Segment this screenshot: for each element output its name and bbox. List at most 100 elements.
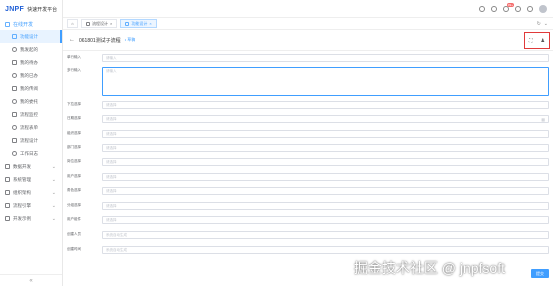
panel-header: ← 061801测试子流程 • 草稿 ⛶ ♟: [63, 30, 553, 51]
form-label: 分组选择: [67, 203, 81, 207]
tabs-actions: ↻ ⌄: [537, 21, 548, 27]
form-input[interactable]: 请输入: [102, 67, 549, 96]
form-input[interactable]: 请选择: [102, 130, 549, 138]
submit-button[interactable]: 提交: [531, 269, 549, 278]
menu-icon: [5, 190, 10, 195]
chevron-down-icon: ⌄: [51, 176, 56, 183]
close-icon[interactable]: ×: [149, 21, 151, 26]
sidebar-item[interactable]: 我的待办: [0, 56, 62, 69]
chevron-down-icon: ⌄: [51, 215, 56, 222]
form-input[interactable]: 系统自动生成: [102, 246, 549, 254]
sidebar-group-label: 数据开发: [13, 163, 31, 169]
sidebar-item[interactable]: 功能设计: [0, 30, 62, 43]
bell-icon[interactable]: 99+: [503, 2, 514, 12]
settings-icon[interactable]: [527, 5, 533, 12]
input-placeholder: 请选择: [106, 159, 117, 164]
tab-flow-design[interactable]: 流程设计 ×: [81, 19, 118, 28]
message-icon[interactable]: [515, 5, 521, 12]
form-label: 用户组件: [67, 217, 81, 221]
search-icon[interactable]: [479, 5, 485, 12]
sidebar-item[interactable]: 工作日志: [0, 147, 62, 160]
sidebar-collapse-toggle[interactable]: «: [0, 274, 62, 286]
close-icon[interactable]: ×: [110, 21, 112, 26]
input-placeholder: 请选择: [106, 116, 117, 121]
menu-icon: [12, 86, 17, 91]
menu-icon: [5, 164, 10, 169]
form-label: 下拉选择: [67, 102, 81, 106]
menu-icon: [5, 203, 10, 208]
chevron-down-icon: ⌄: [51, 163, 56, 170]
chevron-down-icon: ⌄: [51, 202, 56, 209]
fullscreen-icon[interactable]: [491, 5, 497, 12]
refresh-icon[interactable]: ↻: [537, 21, 541, 27]
form-input[interactable]: 请选择: [102, 187, 549, 195]
sidebar-group-left: 组织架构: [5, 190, 31, 196]
input-placeholder: 请选择: [106, 174, 117, 179]
form-label: 日期选择: [67, 116, 81, 120]
form-input[interactable]: 请选择: [102, 101, 549, 109]
sidebar-group-online-dev[interactable]: 在线开发: [0, 18, 62, 30]
input-placeholder: 请选择: [106, 145, 117, 150]
sidebar-group[interactable]: 数据开发 ⌄: [0, 160, 62, 173]
sidebar-item-label: 我的委托: [20, 98, 38, 104]
sidebar-group[interactable]: 组织架构 ⌄: [0, 186, 62, 199]
menu-icon: [12, 151, 17, 156]
menu-icon: [5, 177, 10, 182]
status-badge: • 草稿: [124, 37, 136, 42]
input-placeholder: 请选择: [106, 131, 117, 136]
sidebar-group[interactable]: 流程引擎 ⌄: [0, 199, 62, 212]
form-label: 岗位选择: [67, 159, 81, 163]
logo[interactable]: JNPF 快速开发平台: [0, 0, 62, 18]
sidebar-group-left: 数据开发: [5, 164, 31, 170]
sidebar-group[interactable]: 开发示例 ⌄: [0, 212, 62, 225]
tab-function-design[interactable]: 功能设计 ×: [120, 19, 157, 28]
sidebar-group-label: 系统管理: [13, 176, 31, 182]
menu-icon: [12, 125, 17, 130]
menu-icon: [12, 34, 17, 39]
form-input[interactable]: 请选择: [102, 216, 549, 224]
header-actions-highlight: ⛶ ♟: [524, 32, 550, 49]
sidebar-item[interactable]: 我的传阅: [0, 82, 62, 95]
form-input[interactable]: 请选择 ▦: [102, 115, 549, 123]
form: 单行输入 请输入 多行输入 请输入 下拉选择 请选择 日期选择 请选择 ▦ 组织选择 请选择 部门选择…: [63, 51, 553, 286]
sidebar-item-label: 功能设计: [20, 33, 38, 39]
menu-icon: [12, 138, 17, 143]
sidebar-group-left: 流程引擎: [5, 203, 31, 209]
form-input[interactable]: 系统自动生成: [102, 231, 549, 239]
form-input[interactable]: 请选择: [102, 173, 549, 181]
menu-icon: [12, 112, 17, 117]
flow-icon: [86, 21, 90, 26]
form-label: 组织选择: [67, 131, 81, 135]
sidebar-item[interactable]: 流程表单: [0, 121, 62, 134]
fullscreen-icon[interactable]: ⛶: [529, 38, 533, 44]
menu-icon: [12, 47, 17, 52]
form-input[interactable]: 请选择: [102, 144, 549, 152]
notification-badge: 99+: [506, 2, 514, 7]
menu-icon: [12, 73, 17, 78]
tab-home[interactable]: ⌂: [67, 19, 78, 28]
form-input[interactable]: 请选择: [102, 202, 549, 210]
sidebar-item[interactable]: 我的委托: [0, 95, 62, 108]
avatar[interactable]: [539, 4, 547, 13]
sidebar-item-label: 流程设计: [20, 137, 38, 143]
back-arrow-icon[interactable]: ←: [69, 37, 75, 43]
sidebar-group-left: 开发示例: [5, 216, 31, 222]
menu-icon: [5, 216, 10, 221]
sidebar-item-label: 流程监控: [20, 111, 38, 117]
main-panel: ← 061801测试子流程 • 草稿 ⛶ ♟ 单行输入 请输入 多行输入 请输入 下拉选…: [63, 30, 553, 286]
tab-label: 功能设计: [131, 20, 148, 26]
sidebar-item[interactable]: 我的已办: [0, 69, 62, 82]
sidebar-item-label: 工作日志: [20, 150, 38, 156]
tab-label: 流程设计: [92, 20, 108, 26]
sidebar-item[interactable]: 流程设计: [0, 134, 62, 147]
logo-mark: JNPF: [5, 5, 25, 13]
form-input[interactable]: 请输入: [102, 54, 549, 62]
form-label: 创建时间: [67, 247, 81, 251]
sidebar-item[interactable]: 流程监控: [0, 108, 62, 121]
app-name: 快速开发平台: [27, 6, 58, 13]
user-icon[interactable]: ♟: [541, 38, 545, 44]
form-input[interactable]: 请选择: [102, 158, 549, 166]
sidebar-item[interactable]: 我发起的: [0, 43, 62, 56]
chevron-down-icon[interactable]: ⌄: [544, 21, 548, 27]
sidebar-group[interactable]: 系统管理 ⌄: [0, 173, 62, 186]
